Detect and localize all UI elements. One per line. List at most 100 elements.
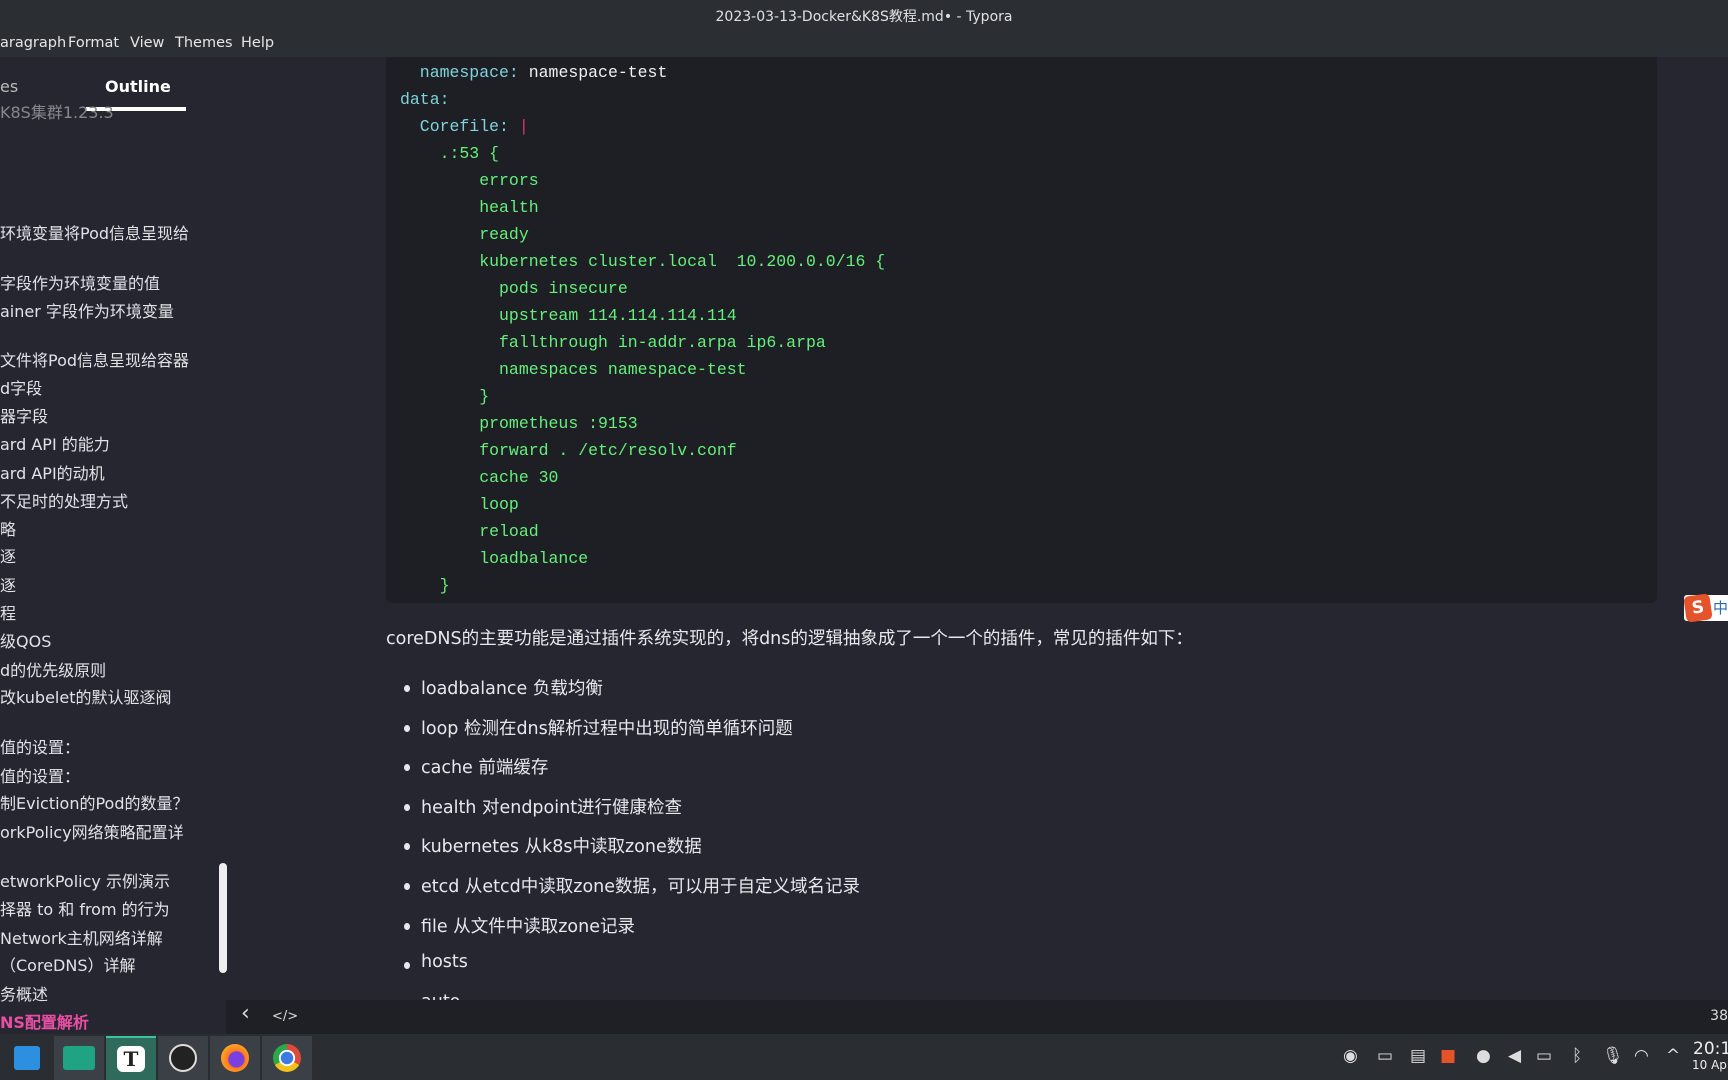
chrome-icon[interactable] [262, 1036, 312, 1080]
obs-icon[interactable] [158, 1036, 208, 1080]
outline-item[interactable]: d字段 [0, 375, 42, 399]
outline-item[interactable]: Network主机网络详解 [0, 925, 163, 949]
code-line: kubernetes cluster.local 10.200.0.0/16 { [400, 252, 885, 271]
menu-paragraph[interactable]: aragraph [0, 35, 66, 51]
outline-item[interactable]: 逐 [0, 572, 16, 596]
code-token: namespace [400, 63, 509, 82]
outline-item[interactable]: 不足时的处理方式 [0, 488, 128, 512]
menu-format[interactable]: Format [68, 35, 119, 51]
outline-item[interactable]: 择器 to 和 from 的行为 [0, 896, 170, 920]
menu-help[interactable]: Help [241, 35, 274, 51]
outline-item[interactable]: ard API的动机 [0, 460, 105, 484]
code-line: prometheus :9153 [400, 414, 637, 433]
list-item: etcd 从etcd中读取zone数据，可以用于自定义域名记录 [403, 873, 860, 898]
terminal-tray-icon[interactable]: ▭ [1377, 1046, 1393, 1066]
paragraph: coreDNS的主要功能是通过插件系统实现的，将dns的逻辑抽象成了一个一个的插… [386, 629, 1193, 649]
outline-item[interactable]: 务概述 [0, 981, 48, 1005]
outline-item[interactable]: 略 [0, 516, 16, 540]
outline-item[interactable]: 文件将Pod信息呈现给容器 [0, 347, 189, 371]
outline-item[interactable]: d的优先级原则 [0, 657, 106, 681]
sogou-ime-icon[interactable]: S [1683, 593, 1713, 623]
outline-item[interactable]: 环境变量将Pod信息呈现给 [0, 220, 189, 244]
obs-tray-icon[interactable]: ◉ [1343, 1046, 1358, 1066]
window-title: 2023-03-13-Docker&K8S教程.md• - Typora [715, 8, 1013, 25]
ime-mode-label[interactable]: 中 [1713, 597, 1728, 618]
code-token: } [400, 387, 490, 406]
outline-item[interactable]: 程 [0, 600, 16, 624]
outline-item[interactable]: 值的设置： [0, 763, 80, 787]
app-store-icon[interactable] [2, 1036, 52, 1080]
list-item: loop 检测在dns解析过程中出现的简单循环问题 [404, 715, 793, 740]
word-count[interactable]: 38 [1710, 1008, 1728, 1024]
code-token: Corefile [400, 117, 500, 136]
code-token: : [499, 117, 519, 136]
outline-item[interactable]: 制Eviction的Pod的数量？ [0, 790, 189, 814]
outline-item[interactable]: 器字段 [0, 403, 48, 427]
source-mode-icon[interactable]: </> [272, 1009, 298, 1024]
code-line: cache 30 [400, 468, 558, 487]
code-token: | [518, 117, 529, 136]
outline-item[interactable]: ainer 字段作为环境变量 [0, 298, 174, 322]
code-line: } [400, 576, 450, 595]
outline-item[interactable]: orkPolicy网络策略配置详 [0, 819, 184, 843]
outline-item[interactable]: 值的设置： [0, 734, 80, 758]
code-token: ready [400, 225, 529, 244]
menu-bar: aragraph Format View Themes Help [0, 31, 1728, 57]
clipboard-icon[interactable]: ▤ [1410, 1046, 1426, 1066]
code-line: loadbalance [400, 549, 588, 568]
code-token: kubernetes cluster.local 10.200.0.0/16 { [400, 252, 886, 271]
code-token: loadbalance [400, 549, 589, 568]
code-token: data [400, 90, 440, 109]
code-line: pods insecure [400, 279, 628, 298]
lightbulb-icon[interactable]: ● [1476, 1046, 1491, 1066]
outline-item[interactable]: K8S集群1.23.3 [0, 99, 114, 123]
list-item: cache 前端缓存 [403, 754, 548, 779]
outline-item[interactable]: ard API 的能力 [0, 431, 110, 455]
code-line: Corefile: | [400, 117, 529, 136]
code-line: upstream 114.114.114.114 [400, 306, 737, 325]
outline-item[interactable]: 逐 [0, 543, 16, 567]
volume-muted-icon[interactable]: ◀ [1508, 1046, 1521, 1066]
outline-item[interactable]: 字段作为环境变量的值 [0, 270, 160, 294]
sogou-tray-icon[interactable]: ■ [1440, 1046, 1456, 1066]
code-line: ready [400, 225, 529, 244]
wifi-icon[interactable]: ◠ [1634, 1046, 1649, 1066]
list-item: loadbalance 负载均衡 [404, 675, 603, 700]
microphone-icon[interactable]: 🎙 [1602, 1046, 1624, 1066]
code-line: reload [400, 522, 539, 541]
firefox-icon[interactable] [210, 1036, 260, 1080]
sidebar: es Outline K8S集群1.23.3 环境变量将Pod信息呈现给 字段作为环… [0, 57, 226, 1034]
outline-item[interactable]: NS配置解析 [0, 1009, 89, 1033]
bluetooth-icon[interactable]: ᛒ [1572, 1046, 1582, 1066]
menu-themes[interactable]: Themes [175, 35, 233, 51]
outline-item[interactable]: （CoreDNS）详解 [0, 952, 135, 976]
outline-item[interactable]: 改kubelet的默认驱逐阀 [0, 684, 171, 708]
editor[interactable]: namespace: namespace-test data: Corefile:… [226, 57, 1728, 1000]
code-token: reload [400, 522, 539, 541]
code-block[interactable]: namespace: namespace-test data: Corefile:… [386, 57, 1657, 603]
code-line: } [400, 387, 489, 406]
outline-item[interactable]: etworkPolicy 示例演示 [0, 868, 170, 892]
outline-item[interactable]: 级QOS [0, 628, 51, 652]
code-token: : [439, 90, 450, 109]
menu-view[interactable]: View [130, 35, 164, 51]
code-line: health [400, 198, 539, 217]
battery-icon[interactable]: ▭ [1536, 1046, 1552, 1066]
date[interactable]: 10 Ap [1692, 1058, 1727, 1072]
code-line: data: [400, 90, 450, 109]
toggle-sidebar-icon[interactable]: ‹ [241, 1001, 250, 1026]
chevron-up-icon[interactable]: ^ [1666, 1046, 1680, 1066]
code-line: fallthrough in-addr.arpa ip6.arpa [400, 333, 826, 352]
taskbar: T ◉ ▭ ▤ ■ ● ◀ ▭ ᛒ 🎙 ◠ ^ 20:1 10 Ap [0, 1034, 1728, 1080]
typora-icon[interactable]: T [106, 1036, 156, 1080]
code-line: .:53 { [400, 144, 499, 163]
code-token: pods insecure [400, 279, 628, 298]
file-manager-icon[interactable] [54, 1036, 104, 1080]
tab-outline[interactable]: Outline [105, 77, 171, 96]
code-token: .:53 { [400, 144, 500, 163]
tab-files[interactable]: es [0, 77, 18, 96]
code-token: fallthrough in-addr.arpa ip6.arpa [400, 333, 826, 352]
code-token: health [400, 198, 539, 217]
clock[interactable]: 20:1 [1693, 1039, 1728, 1059]
code-token: cache 30 [400, 468, 559, 487]
